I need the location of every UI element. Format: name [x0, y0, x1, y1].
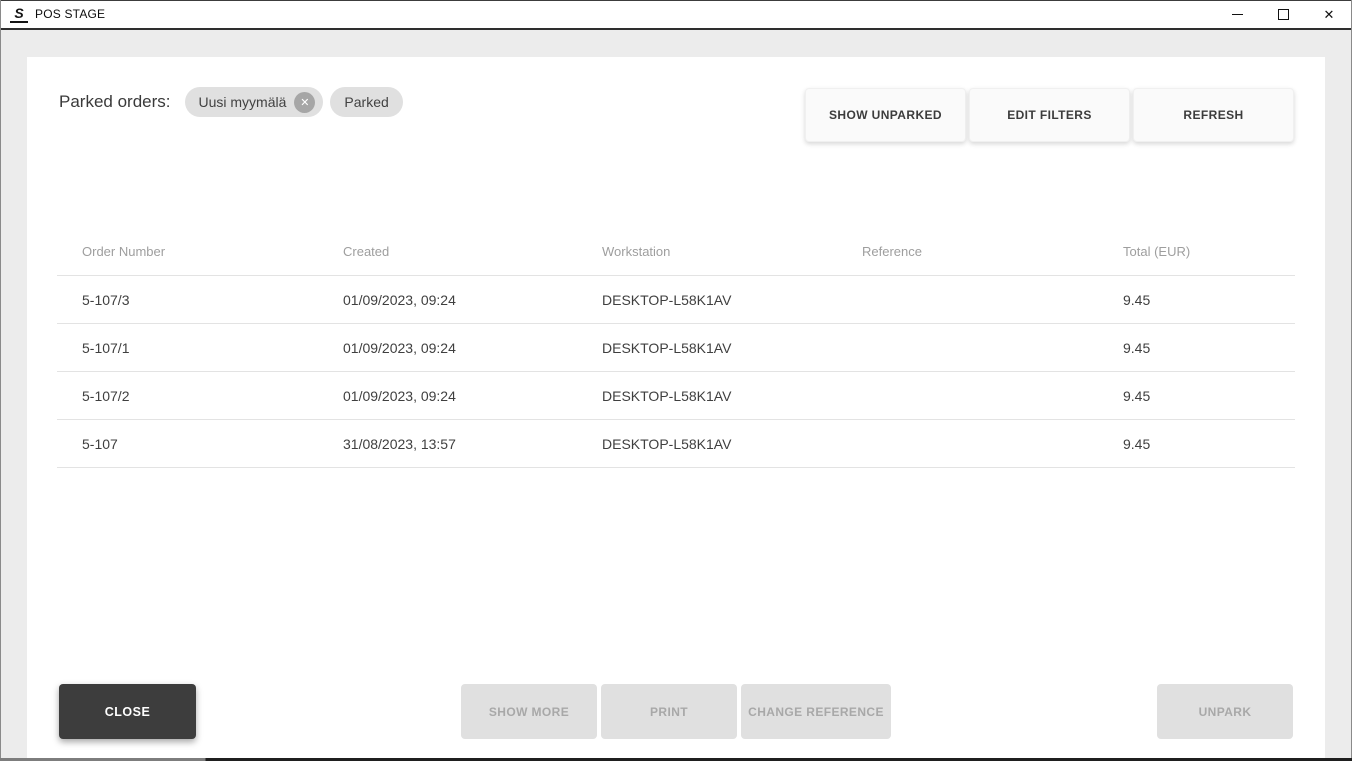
cell-created: 01/09/2023, 09:24: [343, 387, 456, 404]
table-header-row: Order Number Created Workstation Referen…: [57, 228, 1295, 276]
column-header-total: Total (EUR): [1123, 244, 1191, 259]
table-row[interactable]: 5-107/2 01/09/2023, 09:24 DESKTOP-L58K1A…: [57, 372, 1295, 420]
cell-created: 31/08/2023, 13:57: [343, 435, 456, 452]
cell-workstation: DESKTOP-L58K1AV: [602, 339, 732, 356]
chip-remove-icon[interactable]: ✕: [294, 91, 316, 113]
cell-order-number: 5-107/2: [82, 387, 130, 404]
page-title: Parked orders:: [59, 92, 171, 111]
titlebar: S POS STAGE ✕: [0, 0, 1352, 30]
toolbar: SHOW UNPARKED EDIT FILTERS REFRESH: [805, 88, 1294, 142]
window-title: POS STAGE: [35, 7, 106, 21]
show-more-button[interactable]: SHOW MORE: [461, 684, 597, 739]
table-row[interactable]: 5-107/3 01/09/2023, 09:24 DESKTOP-L58K1A…: [57, 276, 1295, 324]
column-header-created: Created: [343, 244, 390, 259]
close-icon: ✕: [1323, 6, 1335, 22]
table-row[interactable]: 5-107/1 01/09/2023, 09:24 DESKTOP-L58K1A…: [57, 324, 1295, 372]
maximize-icon: [1277, 8, 1289, 20]
cell-total: 9.45: [1123, 339, 1151, 356]
cell-workstation: DESKTOP-L58K1AV: [602, 387, 732, 404]
column-header-order-number: Order Number: [82, 244, 166, 259]
unpark-button[interactable]: UNPARK: [1157, 684, 1293, 739]
minimize-icon: [1231, 13, 1243, 15]
column-header-reference: Reference: [862, 244, 922, 259]
cell-total: 9.45: [1123, 291, 1151, 308]
filter-chip-parked[interactable]: Parked: [330, 87, 403, 117]
cell-created: 01/09/2023, 09:24: [343, 291, 456, 308]
window-border-left: [0, 0, 1, 761]
filter-chip-store[interactable]: Uusi myymälä ✕: [184, 87, 324, 117]
app-logo-icon: S: [10, 5, 28, 23]
table-body: 5-107/3 01/09/2023, 09:24 DESKTOP-L58K1A…: [57, 276, 1295, 468]
table-row[interactable]: 5-107 31/08/2023, 13:57 DESKTOP-L58K1AV …: [57, 420, 1295, 468]
maximize-button[interactable]: [1260, 0, 1306, 28]
cell-workstation: DESKTOP-L58K1AV: [602, 435, 732, 452]
minimize-button[interactable]: [1214, 0, 1260, 28]
cell-created: 01/09/2023, 09:24: [343, 339, 456, 356]
close-button[interactable]: CLOSE: [59, 684, 196, 739]
change-reference-button[interactable]: CHANGE REFERENCE: [741, 684, 891, 739]
cell-order-number: 5-107/3: [82, 291, 130, 308]
window-controls: ✕: [1214, 0, 1352, 28]
filter-chip-parked-label: Parked: [344, 94, 389, 110]
show-unparked-button[interactable]: SHOW UNPARKED: [805, 88, 966, 142]
cell-order-number: 5-107: [82, 435, 118, 452]
cell-workstation: DESKTOP-L58K1AV: [602, 291, 732, 308]
cell-total: 9.45: [1123, 387, 1151, 404]
filter-chip-store-label: Uusi myymälä: [198, 94, 287, 110]
close-window-button[interactable]: ✕: [1306, 0, 1352, 28]
orders-table: Order Number Created Workstation Referen…: [57, 228, 1295, 468]
print-button[interactable]: PRINT: [601, 684, 737, 739]
window-border-top: [0, 0, 1352, 1]
cell-order-number: 5-107/1: [82, 339, 130, 356]
cell-total: 9.45: [1123, 435, 1151, 452]
footer-actions: SHOW MORE PRINT CHANGE REFERENCE: [461, 684, 891, 739]
edit-filters-button[interactable]: EDIT FILTERS: [969, 88, 1130, 142]
parked-orders-panel: Parked orders: Uusi myymälä ✕ Parked SHO…: [27, 57, 1325, 761]
refresh-button[interactable]: REFRESH: [1133, 88, 1294, 142]
column-header-workstation: Workstation: [602, 244, 671, 259]
filters-row: Parked orders: Uusi myymälä ✕ Parked: [59, 87, 410, 117]
